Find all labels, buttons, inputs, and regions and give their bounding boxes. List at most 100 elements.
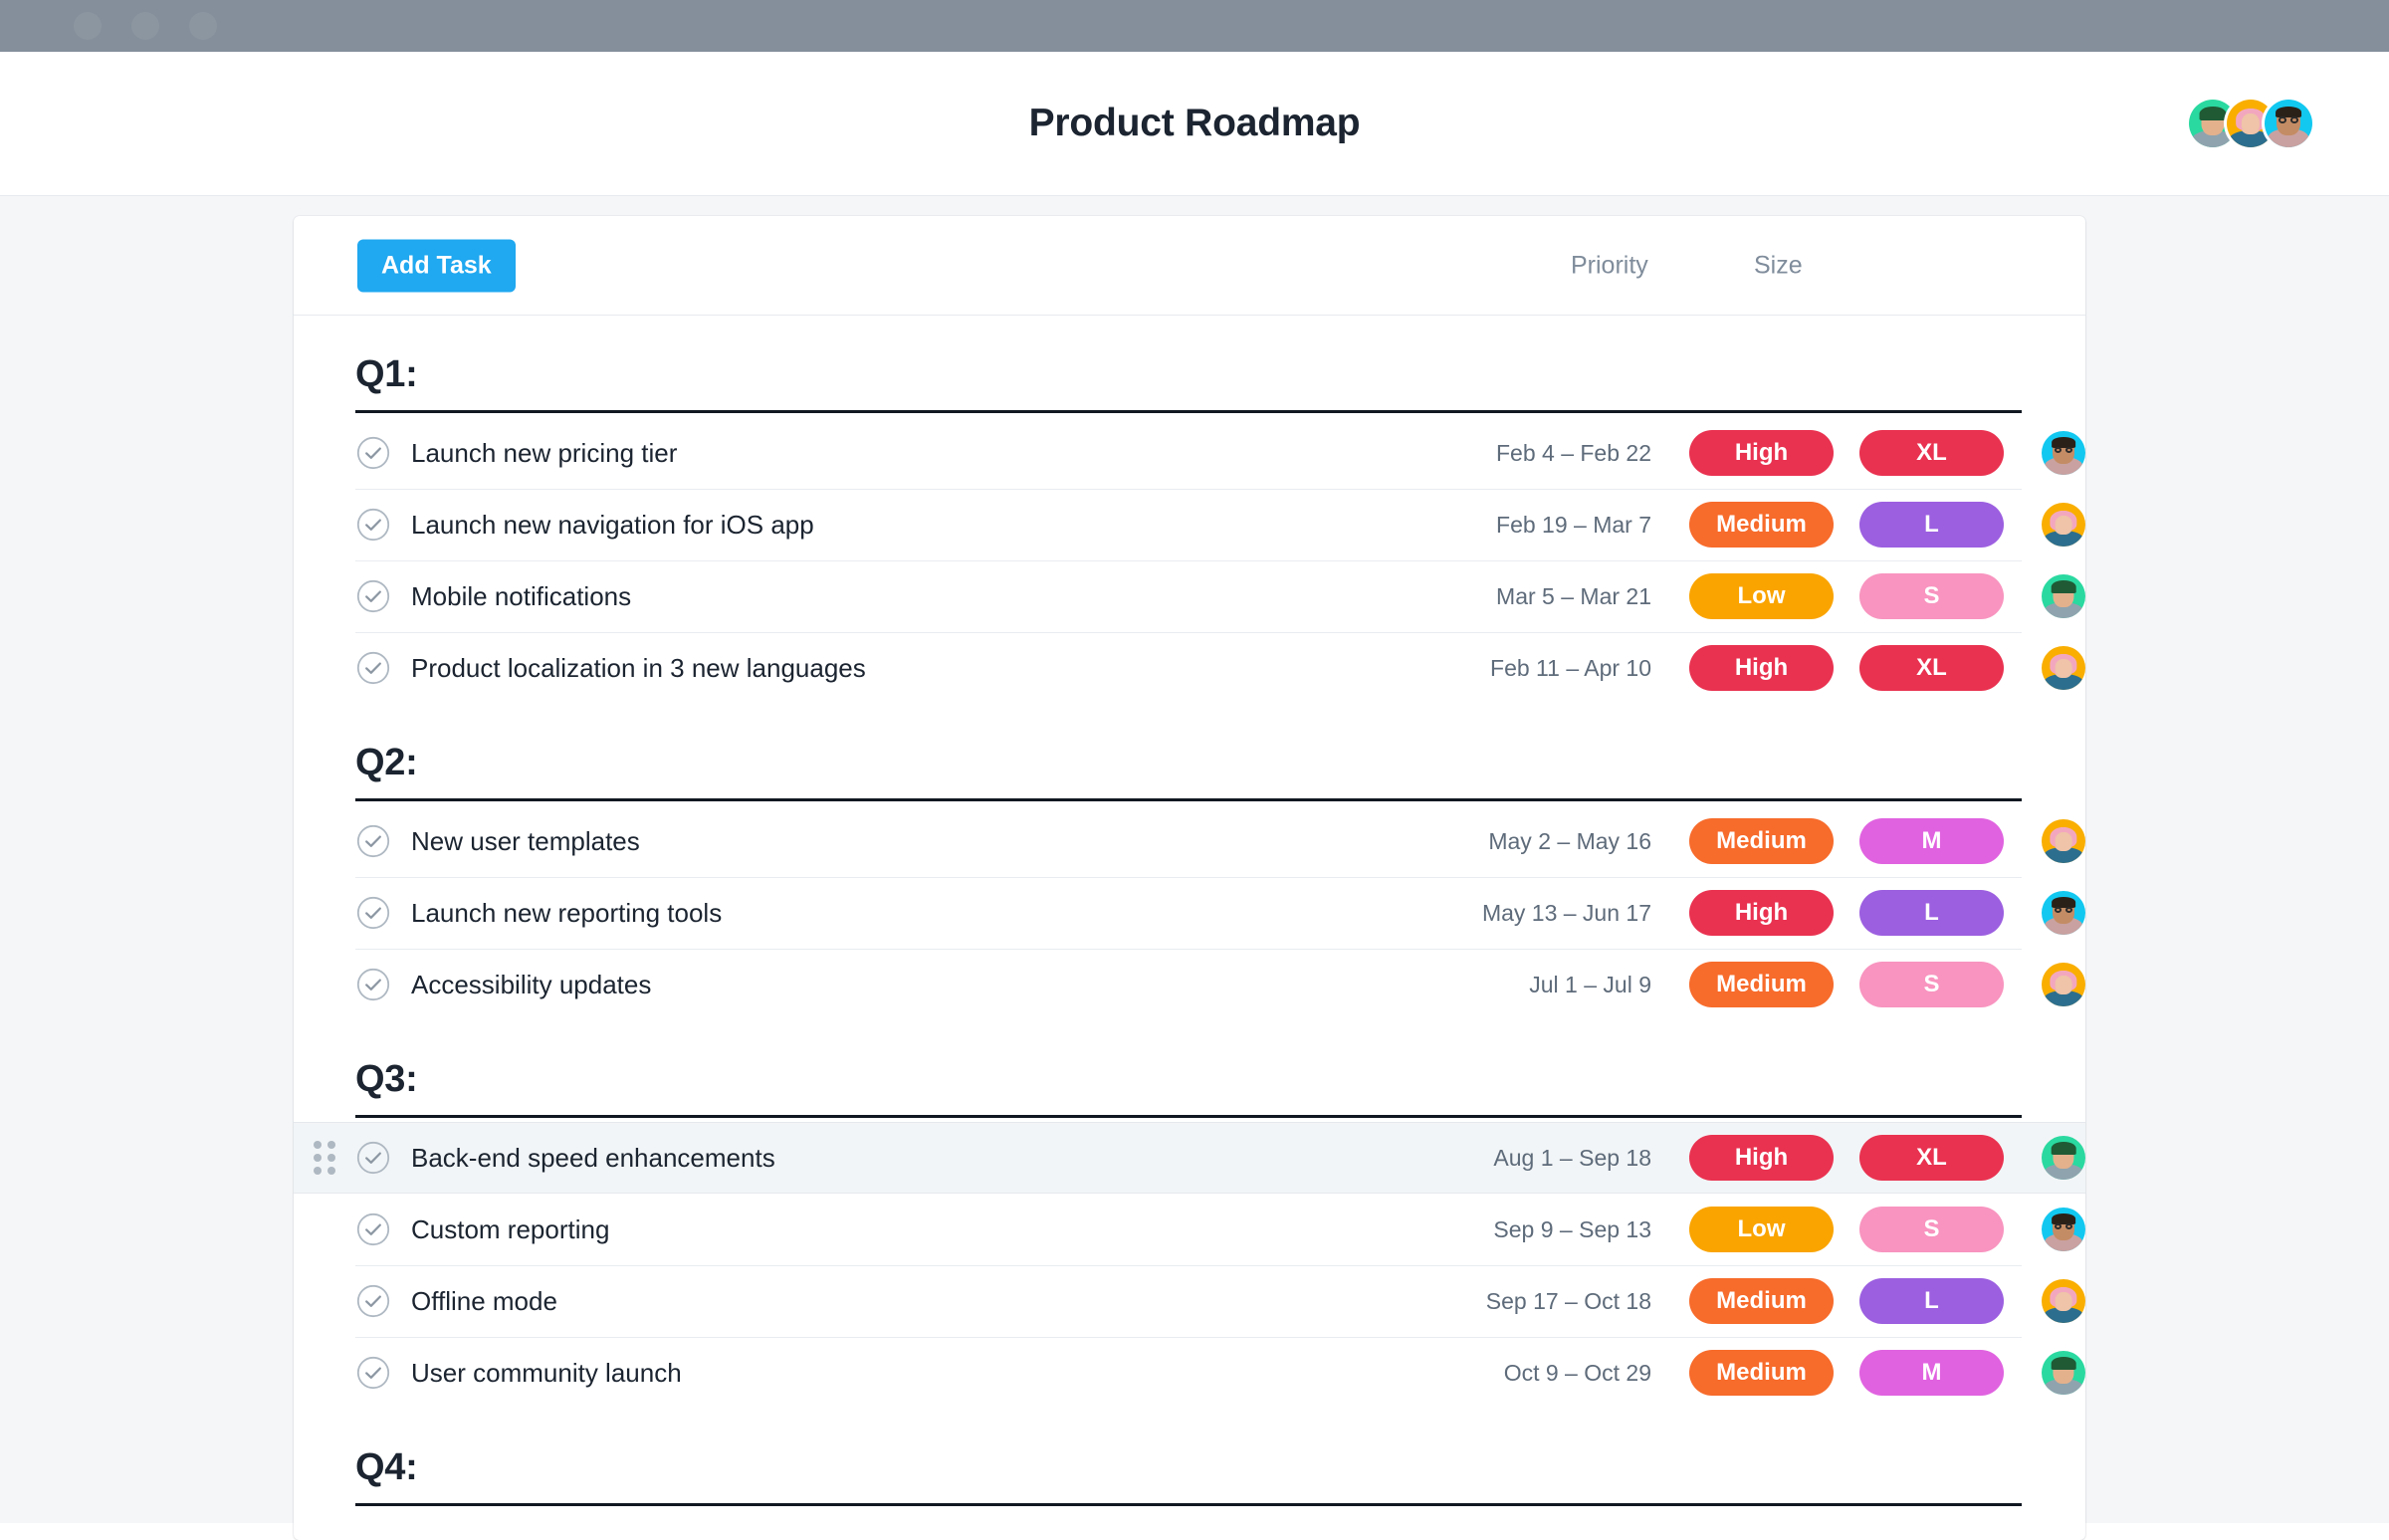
task-date-range: Sep 17 – Oct 18 bbox=[1485, 1287, 1651, 1314]
task-name: Launch new navigation for iOS app bbox=[411, 509, 814, 540]
task-name: Accessibility updates bbox=[411, 969, 652, 999]
task-complete-checkbox[interactable] bbox=[355, 823, 391, 859]
add-task-button[interactable]: Add Task bbox=[357, 239, 516, 292]
close-icon[interactable] bbox=[74, 12, 102, 40]
priority-badge[interactable]: High bbox=[1689, 1135, 1834, 1181]
task-assignee-avatar[interactable] bbox=[2042, 1136, 2085, 1180]
size-badge[interactable]: M bbox=[1859, 818, 2004, 864]
priority-badge[interactable]: Low bbox=[1689, 1207, 1834, 1252]
task-assignee-avatar[interactable] bbox=[2042, 646, 2085, 690]
task-complete-checkbox[interactable] bbox=[355, 435, 391, 471]
assignee-avatar[interactable] bbox=[2042, 891, 2085, 935]
priority-badge[interactable]: Medium bbox=[1689, 1278, 1834, 1324]
table-row[interactable]: Product localization in 3 new languages F… bbox=[294, 632, 2085, 704]
size-badge[interactable]: M bbox=[1859, 1350, 2004, 1396]
task-complete-checkbox[interactable] bbox=[355, 895, 391, 931]
assignee-avatar[interactable] bbox=[2042, 819, 2085, 863]
table-row[interactable]: Offline mode Sep 17 – Oct 18 Medium L bbox=[294, 1265, 2085, 1337]
priority-badge[interactable]: High bbox=[1689, 890, 1834, 936]
size-badge[interactable]: L bbox=[1859, 1278, 2004, 1324]
assignee-avatar[interactable] bbox=[2042, 963, 2085, 1006]
assignee-avatar[interactable] bbox=[2042, 1208, 2085, 1251]
roadmap-section: Q3: Back-end speed enhancements Aug 1 – S… bbox=[294, 1020, 2085, 1409]
roadmap-section: Q2: New user templates May 2 – May 16 Medi… bbox=[294, 704, 2085, 1020]
table-row[interactable]: Mobile notifications Mar 5 – Mar 21 Low S bbox=[294, 560, 2085, 632]
task-complete-checkbox[interactable] bbox=[355, 1283, 391, 1319]
column-header-priority: Priority bbox=[1571, 251, 1648, 279]
page-canvas: Add Task Priority Size Q1: Launch new pr… bbox=[0, 196, 2389, 1540]
assignee-avatar[interactable] bbox=[2042, 431, 2085, 475]
task-list: Back-end speed enhancements Aug 1 – Sep 1… bbox=[294, 1118, 2085, 1409]
size-badge[interactable]: L bbox=[1859, 890, 2004, 936]
card-toolbar: Add Task Priority Size bbox=[294, 216, 2085, 316]
window-title-bar bbox=[0, 0, 2389, 52]
task-assignee-avatar[interactable] bbox=[2042, 1208, 2085, 1251]
task-date-range: May 13 – Jun 17 bbox=[1481, 899, 1651, 926]
table-row[interactable]: Launch new navigation for iOS app Feb 19 … bbox=[294, 489, 2085, 560]
roadmap-sections: Q1: Launch new pricing tier Feb 4 – Feb 2… bbox=[294, 316, 2085, 1510]
table-row[interactable]: Launch new reporting tools May 13 – Jun 1… bbox=[294, 877, 2085, 949]
priority-badge[interactable]: High bbox=[1689, 645, 1834, 691]
task-complete-checkbox[interactable] bbox=[355, 1140, 391, 1176]
task-assignee-avatar[interactable] bbox=[2042, 891, 2085, 935]
size-badge[interactable]: S bbox=[1859, 1207, 2004, 1252]
roadmap-card: Add Task Priority Size Q1: Launch new pr… bbox=[294, 216, 2085, 1540]
assignee-avatar[interactable] bbox=[2042, 1351, 2085, 1395]
task-list: Launch new pricing tier Feb 4 – Feb 22 Hig… bbox=[294, 413, 2085, 704]
zoom-icon[interactable] bbox=[189, 12, 217, 40]
task-assignee-avatar[interactable] bbox=[2042, 503, 2085, 547]
roadmap-section: Q1: Launch new pricing tier Feb 4 – Feb 2… bbox=[294, 316, 2085, 704]
section-title: Q4: bbox=[355, 1446, 418, 1488]
task-complete-checkbox[interactable] bbox=[355, 967, 391, 1002]
task-assignee-avatar[interactable] bbox=[2042, 1351, 2085, 1395]
team-member-avatars[interactable] bbox=[2189, 100, 2312, 147]
traffic-light-buttons bbox=[74, 12, 217, 40]
task-complete-checkbox[interactable] bbox=[355, 1355, 391, 1391]
drag-handle-icon[interactable] bbox=[314, 1141, 335, 1175]
task-assignee-avatar[interactable] bbox=[2042, 819, 2085, 863]
member-avatar-3[interactable] bbox=[2265, 100, 2312, 147]
assignee-avatar[interactable] bbox=[2042, 1136, 2085, 1180]
table-row[interactable]: New user templates May 2 – May 16 Medium M bbox=[294, 805, 2085, 877]
task-name: User community launch bbox=[411, 1357, 682, 1388]
task-name: Product localization in 3 new languages bbox=[411, 652, 866, 683]
priority-badge[interactable]: Medium bbox=[1689, 962, 1834, 1007]
assignee-avatar[interactable] bbox=[2042, 503, 2085, 547]
task-name: Launch new pricing tier bbox=[411, 437, 678, 468]
task-complete-checkbox[interactable] bbox=[355, 650, 391, 686]
assignee-avatar[interactable] bbox=[2042, 646, 2085, 690]
priority-badge[interactable]: Medium bbox=[1689, 502, 1834, 548]
size-badge[interactable]: XL bbox=[1859, 430, 2004, 476]
table-row[interactable]: Back-end speed enhancements Aug 1 – Sep 1… bbox=[294, 1122, 2085, 1194]
task-assignee-avatar[interactable] bbox=[2042, 574, 2085, 618]
priority-badge[interactable]: High bbox=[1689, 430, 1834, 476]
assignee-avatar[interactable] bbox=[2042, 1279, 2085, 1323]
table-row[interactable]: Custom reporting Sep 9 – Sep 13 Low S bbox=[294, 1194, 2085, 1265]
size-badge[interactable]: L bbox=[1859, 502, 2004, 548]
task-assignee-avatar[interactable] bbox=[2042, 431, 2085, 475]
table-row[interactable]: Launch new pricing tier Feb 4 – Feb 22 Hig… bbox=[294, 417, 2085, 489]
size-badge[interactable]: S bbox=[1859, 962, 2004, 1007]
size-badge[interactable]: XL bbox=[1859, 645, 2004, 691]
task-date-range: May 2 – May 16 bbox=[1488, 827, 1651, 854]
priority-badge[interactable]: Medium bbox=[1689, 818, 1834, 864]
app-header: Product Roadmap bbox=[0, 52, 2389, 196]
task-name: Custom reporting bbox=[411, 1213, 610, 1244]
task-complete-checkbox[interactable] bbox=[355, 507, 391, 543]
page-title: Product Roadmap bbox=[1028, 102, 1361, 144]
priority-badge[interactable]: Low bbox=[1689, 573, 1834, 619]
task-assignee-avatar[interactable] bbox=[2042, 963, 2085, 1006]
size-badge[interactable]: XL bbox=[1859, 1135, 2004, 1181]
task-date-range: Oct 9 – Oct 29 bbox=[1503, 1359, 1651, 1386]
table-row[interactable]: Accessibility updates Jul 1 – Jul 9 Medium… bbox=[294, 949, 2085, 1020]
task-complete-checkbox[interactable] bbox=[355, 578, 391, 614]
assignee-avatar[interactable] bbox=[2042, 574, 2085, 618]
task-assignee-avatar[interactable] bbox=[2042, 1279, 2085, 1323]
task-complete-checkbox[interactable] bbox=[355, 1211, 391, 1247]
table-row[interactable]: User community launch Oct 9 – Oct 29 Mediu… bbox=[294, 1337, 2085, 1409]
task-date-range: Aug 1 – Sep 18 bbox=[1493, 1144, 1651, 1171]
size-badge[interactable]: S bbox=[1859, 573, 2004, 619]
priority-badge[interactable]: Medium bbox=[1689, 1350, 1834, 1396]
task-list: New user templates May 2 – May 16 Medium M … bbox=[294, 801, 2085, 1020]
minimize-icon[interactable] bbox=[131, 12, 159, 40]
